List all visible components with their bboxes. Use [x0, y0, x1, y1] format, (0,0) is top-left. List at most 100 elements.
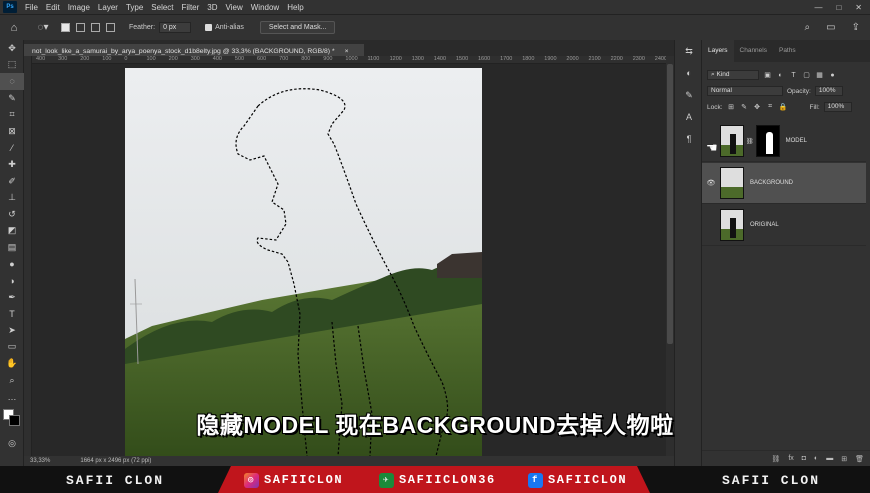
layer-row-original[interactable]: ORIGINAL [702, 205, 866, 246]
add-mask-icon[interactable]: ◘ [802, 455, 806, 462]
workspace-icon[interactable]: ▭ [826, 22, 835, 33]
fill-input[interactable]: 100% [823, 102, 852, 112]
layer-row-background[interactable]: 👁 BACKGROUND [702, 163, 866, 204]
lock-artboard-icon[interactable]: ⌗ [766, 103, 775, 111]
lock-paint-icon[interactable]: ✎ [740, 103, 749, 111]
brush-panel-icon[interactable]: ✎ [675, 84, 703, 106]
layer-filter-select[interactable]: ⌕ Kind [707, 70, 759, 80]
rectangle-tool-icon[interactable]: ▭ [0, 339, 24, 356]
filter-smart-icon[interactable]: ▦ [815, 71, 824, 79]
add-selection-icon[interactable] [76, 23, 85, 32]
adjustments-panel-icon[interactable]: ◐ [675, 62, 703, 84]
maximize-button[interactable]: □ [836, 3, 841, 12]
layer-row-model[interactable]: ⛓ MODEL [702, 121, 866, 162]
new-layer-icon[interactable]: ⊞ [841, 455, 847, 463]
delete-layer-icon[interactable]: 🗑 [855, 455, 864, 463]
facebook-handle: f SAFIICLON [528, 471, 627, 489]
menu-select[interactable]: Select [147, 3, 177, 12]
history-panel-icon[interactable]: ⇆ [675, 40, 703, 62]
menu-filter[interactable]: Filter [178, 3, 204, 12]
eraser-tool-icon[interactable]: ◩ [0, 223, 24, 240]
clone-stamp-tool-icon[interactable]: ⊥ [0, 189, 24, 206]
menu-type[interactable]: Type [122, 3, 147, 12]
history-brush-tool-icon[interactable]: ↺ [0, 206, 24, 223]
select-and-mask-button[interactable]: Select and Mask... [259, 21, 336, 34]
lock-pixels-icon[interactable]: ⊞ [727, 103, 736, 111]
antialias-checkbox[interactable]: Anti-alias [205, 24, 244, 31]
filter-shape-icon[interactable]: ▢ [802, 71, 811, 79]
document-canvas[interactable] [32, 64, 666, 456]
link-icon[interactable]: ⛓ [746, 138, 754, 145]
quick-select-tool-icon[interactable]: ✎ [0, 90, 24, 107]
ruler-tick-label: 1100 [367, 56, 380, 62]
filter-toggle-icon[interactable]: ● [828, 72, 837, 79]
home-icon[interactable]: ⌂ [0, 22, 28, 34]
link-layers-icon[interactable]: ⛓ [771, 455, 780, 463]
ruler-tick-label: 1300 [411, 56, 424, 62]
tab-paths[interactable]: Paths [773, 40, 802, 62]
marquee-tool-icon[interactable]: ⬚ [0, 57, 24, 74]
blur-tool-icon[interactable]: ● [0, 256, 24, 273]
menu-image[interactable]: Image [64, 3, 94, 12]
type-tool-icon[interactable]: T [0, 306, 24, 323]
canvas-area[interactable] [32, 64, 666, 456]
character-panel-icon[interactable]: A [675, 106, 703, 128]
menu-file[interactable]: File [21, 3, 42, 12]
scroll-thumb[interactable] [667, 64, 673, 344]
zoom-level[interactable]: 33,33% [30, 458, 50, 464]
frame-tool-icon[interactable]: ⊠ [0, 123, 24, 140]
lock-all-icon[interactable]: 🔒 [779, 103, 788, 111]
tab-layers[interactable]: Layers [702, 40, 734, 62]
vertical-scrollbar[interactable] [666, 56, 674, 456]
instagram-icon: ◎ [244, 472, 259, 488]
tab-channels[interactable]: Channels [734, 40, 773, 62]
eyedropper-tool-icon[interactable]: ⁄ [0, 140, 24, 157]
pen-tool-icon[interactable]: ✒ [0, 289, 24, 306]
healing-brush-tool-icon[interactable]: ✚ [0, 156, 24, 173]
new-selection-icon[interactable] [61, 23, 70, 32]
share-icon[interactable]: ⇪ [852, 22, 860, 33]
panel-dock-strip: ⇆ ◐ ✎ A ¶ [674, 40, 702, 466]
close-button[interactable]: ✕ [855, 3, 862, 12]
search-icon[interactable]: ⌕ [805, 22, 811, 33]
opacity-input[interactable]: 100% [814, 86, 843, 96]
dodge-tool-icon[interactable]: ◑ [0, 272, 24, 289]
brush-tool-icon[interactable]: ✐ [0, 173, 24, 190]
move-tool-icon[interactable]: ✥ [0, 40, 24, 57]
crop-tool-icon[interactable]: ⌗ [0, 106, 24, 123]
photoshop-logo-icon[interactable]: Ps [3, 1, 17, 13]
menu-3d[interactable]: 3D [203, 3, 221, 12]
path-select-tool-icon[interactable]: ➤ [0, 322, 24, 339]
blend-mode-select[interactable]: Normal [707, 86, 783, 96]
filter-type-icon[interactable]: T [789, 72, 798, 79]
filter-pixel-icon[interactable]: ▣ [763, 71, 772, 79]
subtract-selection-icon[interactable] [91, 23, 100, 32]
menu-window[interactable]: Window [247, 3, 283, 12]
gradient-tool-icon[interactable]: ▤ [0, 239, 24, 256]
visibility-eye-icon[interactable]: 👁 [702, 179, 720, 187]
antialias-label: Anti-alias [215, 24, 244, 31]
menu-view[interactable]: View [222, 3, 247, 12]
menu-layer[interactable]: Layer [94, 3, 122, 12]
lock-position-icon[interactable]: ✥ [753, 103, 762, 111]
layer-thumbnail [720, 167, 744, 199]
new-group-icon[interactable]: ▬ [826, 455, 833, 462]
paragraph-panel-icon[interactable]: ¶ [675, 128, 703, 150]
app-icon: ✈ [379, 472, 394, 488]
menu-help[interactable]: Help [283, 3, 307, 12]
more-tools-icon[interactable]: … [0, 388, 24, 405]
ruler-tick-label: 1600 [478, 56, 491, 62]
menu-edit[interactable]: Edit [42, 3, 64, 12]
zoom-tool-icon[interactable]: ⌕ [0, 372, 24, 389]
intersect-selection-icon[interactable] [106, 23, 115, 32]
layer-mask-thumbnail[interactable] [755, 125, 780, 157]
hand-tool-icon[interactable]: ✋ [0, 355, 24, 372]
lasso-tool-icon[interactable]: ◌ [0, 73, 24, 90]
minimize-button[interactable]: — [814, 3, 822, 12]
feather-input[interactable]: 0 px [159, 22, 192, 33]
fx-icon[interactable]: fx [788, 455, 793, 462]
filter-adjust-icon[interactable]: ◐ [776, 72, 785, 79]
adjustment-layer-icon[interactable]: ◐ [814, 455, 818, 462]
ruler-tick-label: 700 [279, 56, 289, 62]
lasso-preset-icon[interactable]: ◌▾ [28, 22, 58, 33]
